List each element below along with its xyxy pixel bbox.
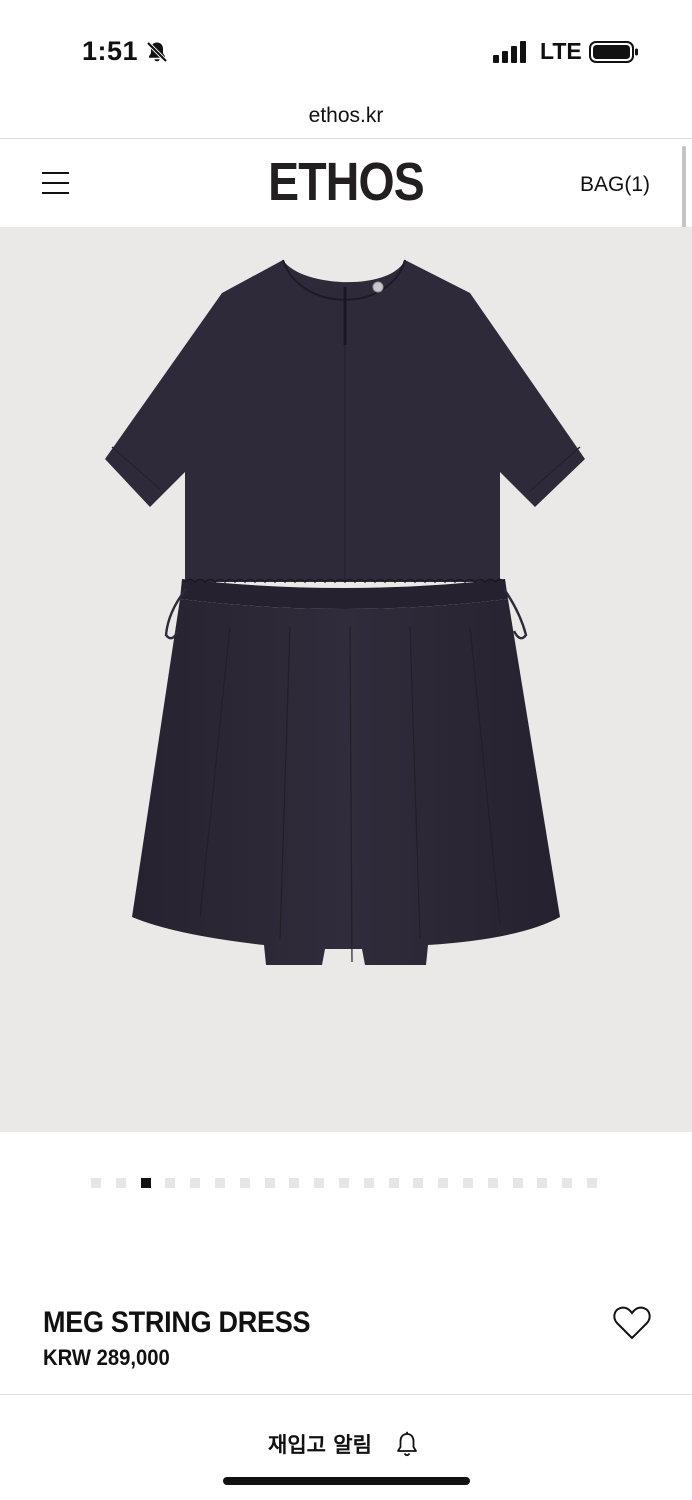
bag-link[interactable]: BAG(1) <box>580 173 650 197</box>
url-bar[interactable]: ethos.kr <box>0 100 692 138</box>
heart-icon[interactable] <box>612 1304 652 1342</box>
carousel-dot[interactable] <box>264 1178 275 1188</box>
dress-image <box>105 259 585 965</box>
carousel-dot[interactable] <box>438 1178 449 1188</box>
carousel-dot[interactable] <box>462 1178 473 1188</box>
carousel-dots <box>91 1178 597 1188</box>
carousel-dot[interactable] <box>214 1178 225 1188</box>
carousel-dot[interactable] <box>314 1178 325 1188</box>
carousel-dot[interactable] <box>239 1178 250 1188</box>
status-time: 1:51 <box>82 36 139 66</box>
restock-alert-label: 재입고 알림 <box>268 1433 372 1457</box>
carousel-dot[interactable] <box>91 1178 101 1188</box>
carousel-dot[interactable] <box>289 1178 300 1188</box>
carousel-dot[interactable] <box>487 1178 498 1188</box>
cell-signal-icon <box>493 41 526 63</box>
carousel-dot[interactable] <box>165 1178 176 1188</box>
network-type: LTE <box>540 38 582 64</box>
carousel-dot[interactable] <box>140 1178 151 1188</box>
carousel-dot[interactable] <box>190 1178 201 1188</box>
carousel-dot[interactable] <box>115 1178 126 1188</box>
carousel-dot[interactable] <box>363 1178 374 1188</box>
product-price: KRW 289,000 <box>43 1345 170 1370</box>
bell-icon <box>397 1431 417 1457</box>
carousel-dot[interactable] <box>512 1178 523 1188</box>
carousel-dot[interactable] <box>413 1178 424 1188</box>
battery-icon <box>589 41 638 63</box>
product-image[interactable] <box>0 227 692 1132</box>
product-name: MEG STRING DRESS <box>43 1306 311 1339</box>
carousel-dot[interactable] <box>338 1178 349 1188</box>
status-bar: 1:51 LTE <box>0 0 692 100</box>
carousel-dot[interactable] <box>388 1178 399 1188</box>
carousel-dot[interactable] <box>562 1178 573 1188</box>
bell-slash-icon <box>146 41 168 63</box>
home-indicator[interactable] <box>223 1477 470 1485</box>
carousel-dot[interactable] <box>537 1178 548 1188</box>
site-logo[interactable]: ETHOS <box>48 151 643 213</box>
carousel-dot[interactable] <box>586 1178 597 1188</box>
site-header: ETHOS BAG(1) <box>0 139 692 227</box>
